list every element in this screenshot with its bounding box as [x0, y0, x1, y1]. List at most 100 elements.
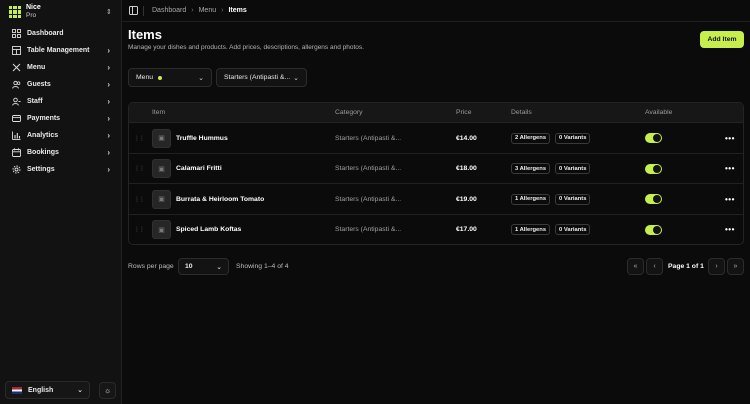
menu-filter-select[interactable]: Menu ⌄ — [128, 68, 212, 87]
theme-toggle-button[interactable]: ☼ — [99, 382, 116, 399]
sidebar-item-label: Payments — [27, 115, 61, 122]
first-page-button[interactable]: « — [627, 258, 644, 275]
category-filter-label: Starters (Antipasti &... — [224, 74, 291, 81]
chevron-left-icon: ‹ — [653, 263, 656, 270]
breadcrumb-dashboard[interactable]: Dashboard — [152, 7, 186, 14]
brand-sub: Pro — [26, 12, 37, 19]
available-toggle[interactable] — [645, 194, 662, 205]
more-options-icon[interactable]: ••• — [725, 215, 735, 245]
sidebar-toggle-icon[interactable] — [129, 6, 138, 15]
breadcrumb-items: Items — [228, 7, 247, 14]
allergens-badge[interactable]: 1 Allergens — [511, 224, 551, 236]
chevron-right-icon: › — [107, 165, 110, 174]
sidebar-item-dashboard[interactable]: Dashboard — [0, 25, 122, 42]
table-row[interactable]: ⋮⋮ ▣ Calamari Fritti Starters (Antipasti… — [129, 154, 743, 185]
sidebar-item-label: Analytics — [27, 132, 59, 139]
chevron-right-icon: › — [107, 63, 110, 72]
language-select[interactable]: English ⌄ — [5, 381, 90, 399]
chevron-right-icon: › — [107, 97, 110, 106]
page-indicator: Page 1 of 1 — [668, 263, 704, 270]
chevron-right-icon: › — [107, 46, 110, 55]
chevron-up-down-icon[interactable]: ⇕ — [106, 8, 112, 16]
page-description: Manage your dishes and products. Add pri… — [128, 44, 364, 51]
breadcrumb: Dashboard › Menu › Items — [152, 7, 247, 14]
drag-handle-icon[interactable]: ⋮⋮ — [134, 184, 145, 215]
sidebar-item-staff[interactable]: Staff › — [0, 93, 122, 110]
next-page-button[interactable]: › — [708, 258, 725, 275]
drag-handle-icon[interactable]: ⋮⋮ — [134, 123, 145, 154]
showing-count: Showing 1–4 of 4 — [236, 263, 289, 270]
user-badge-icon — [11, 97, 21, 107]
column-header-category[interactable]: Category — [335, 109, 363, 116]
last-page-button[interactable]: » — [727, 258, 744, 275]
column-header-price[interactable]: Price — [456, 109, 472, 116]
chevron-right-icon: › — [221, 7, 224, 14]
sidebar-item-bookings[interactable]: Bookings › — [0, 144, 122, 161]
chevron-right-icon: › — [107, 114, 110, 123]
item-price: €19.00 — [456, 195, 477, 203]
brand-name: Nice — [26, 4, 41, 11]
sidebar-item-settings[interactable]: Settings › — [0, 161, 122, 178]
variants-badge[interactable]: 0 Variants — [555, 224, 591, 236]
brand[interactable]: Nice Pro — [9, 4, 41, 20]
rows-per-page-select[interactable]: 10 ⌄ — [178, 258, 229, 275]
bar-chart-icon — [11, 131, 21, 141]
sidebar-item-label: Staff — [27, 98, 43, 105]
table-row[interactable]: ⋮⋮ ▣ Spiced Lamb Koftas Starters (Antipa… — [129, 215, 743, 245]
sun-icon: ☼ — [103, 386, 112, 395]
table-row[interactable]: ⋮⋮ ▣ Truffle Hummus Starters (Antipasti … — [129, 123, 743, 154]
variants-badge[interactable]: 0 Variants — [555, 193, 591, 205]
column-header-details: Details — [511, 109, 532, 116]
image-placeholder-icon[interactable]: ▣ — [152, 159, 171, 179]
topbar: Dashboard › Menu › Items — [122, 0, 750, 22]
sidebar-item-label: Dashboard — [27, 30, 64, 37]
table-row[interactable]: ⋮⋮ ▣ Burrata & Heirloom Tomato Starters … — [129, 184, 743, 215]
item-price: €18.00 — [456, 165, 477, 173]
sidebar-item-payments[interactable]: Payments › — [0, 110, 122, 127]
brand-logo-icon — [9, 6, 21, 18]
chevron-right-icon: › — [107, 148, 110, 157]
variants-badge[interactable]: 0 Variants — [555, 132, 591, 144]
sidebar-item-analytics[interactable]: Analytics › — [0, 127, 122, 144]
more-options-icon[interactable]: ••• — [725, 154, 735, 185]
sidebar-item-label: Bookings — [27, 149, 59, 156]
dashboard-grid-icon — [11, 29, 21, 39]
image-placeholder-icon[interactable]: ▣ — [152, 189, 171, 209]
category-filter-select[interactable]: Starters (Antipasti &... ⌄ — [216, 68, 307, 87]
available-toggle[interactable] — [645, 163, 662, 174]
sidebar-item-label: Guests — [27, 81, 51, 88]
allergens-badge[interactable]: 2 Allergens — [511, 132, 551, 144]
table-icon — [11, 46, 21, 56]
drag-handle-icon[interactable]: ⋮⋮ — [134, 154, 145, 185]
sidebar-item-label: Table Management — [27, 47, 90, 54]
credit-card-icon — [11, 114, 21, 124]
sidebar-nav: Dashboard Table Management › Menu › Gues… — [0, 25, 122, 178]
allergens-badge[interactable]: 1 Allergens — [511, 193, 551, 205]
item-category: Starters (Antipasti &... — [335, 226, 402, 234]
item-price: €14.00 — [456, 134, 477, 142]
menu-filter-label: Menu — [136, 74, 154, 81]
more-options-icon[interactable]: ••• — [725, 123, 735, 154]
add-item-button[interactable]: Add Item — [700, 31, 744, 48]
sidebar-item-guests[interactable]: Guests › — [0, 76, 122, 93]
variants-badge[interactable]: 0 Variants — [555, 163, 591, 175]
item-category: Starters (Antipasti &... — [335, 134, 402, 142]
available-toggle[interactable] — [645, 224, 662, 235]
more-options-icon[interactable]: ••• — [725, 184, 735, 215]
sidebar-item-table-management[interactable]: Table Management › — [0, 42, 122, 59]
item-name: Burrata & Heirloom Tomato — [176, 195, 265, 203]
sidebar-item-menu[interactable]: Menu › — [0, 59, 122, 76]
gear-icon — [11, 165, 21, 175]
item-name: Truffle Hummus — [176, 134, 228, 142]
drag-handle-icon[interactable]: ⋮⋮ — [134, 215, 145, 245]
previous-page-button[interactable]: ‹ — [646, 258, 663, 275]
image-placeholder-icon[interactable]: ▣ — [152, 128, 171, 148]
table-header: Item Category Price Details Available — [129, 103, 743, 123]
allergens-badge[interactable]: 3 Allergens — [511, 163, 551, 175]
item-price: €17.00 — [456, 226, 477, 234]
image-placeholder-icon[interactable]: ▣ — [152, 220, 171, 240]
calendar-icon — [11, 148, 21, 158]
breadcrumb-menu[interactable]: Menu — [199, 7, 217, 14]
column-header-item[interactable]: Item — [152, 109, 165, 116]
available-toggle[interactable] — [645, 133, 662, 144]
